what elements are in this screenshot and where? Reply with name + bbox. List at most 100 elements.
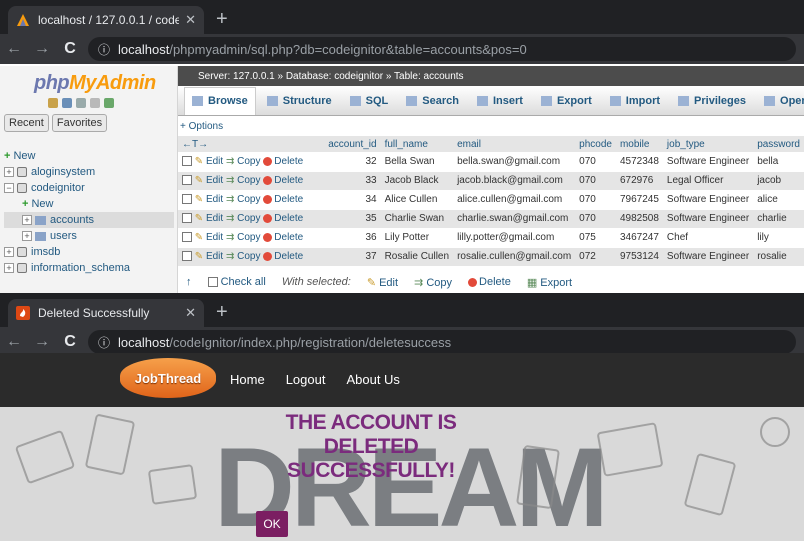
tab-insert[interactable]: Insert	[470, 87, 530, 115]
cell-email[interactable]: charlie.swan@gmail.com	[453, 209, 576, 229]
tree-item-new[interactable]: + New	[4, 148, 174, 164]
cell-full-name[interactable]: Bella Swan	[380, 152, 454, 172]
bulk-edit-button[interactable]: ✎ Edit	[367, 276, 398, 289]
nav-arrows[interactable]: ←T→	[178, 136, 325, 152]
info-icon[interactable]: ⓘ	[98, 334, 110, 351]
expand-icon[interactable]: +	[22, 215, 32, 225]
tab-export[interactable]: Export	[534, 87, 599, 115]
cell-password[interactable]: jacob	[753, 171, 804, 191]
address-bar[interactable]: ⓘ localhost/phpmyadmin/sql.php?db=codeig…	[88, 37, 796, 61]
cell-account-id[interactable]: 32	[324, 152, 381, 172]
row-checkbox[interactable]	[182, 232, 192, 243]
docs-icon[interactable]	[76, 98, 86, 108]
cell-mobile[interactable]: 3467247	[615, 228, 663, 248]
settings-icon[interactable]	[90, 98, 100, 108]
cell-job-type[interactable]: Software Engineer	[662, 190, 754, 210]
collapse-icon[interactable]: −	[4, 183, 14, 193]
delete-button[interactable]: Delete	[263, 232, 303, 243]
info-icon[interactable]: ⓘ	[98, 41, 110, 58]
cell-full-name[interactable]: Charlie Swan	[380, 209, 454, 229]
tab-browse[interactable]: Browse	[184, 86, 256, 115]
cell-job-type[interactable]: Legal Officer	[662, 171, 754, 191]
copy-button[interactable]: ⇉ Copy	[226, 251, 261, 262]
edit-button[interactable]: ✎ Edit	[195, 156, 223, 167]
copy-button[interactable]: ⇉ Copy	[226, 156, 261, 167]
row-checkbox[interactable]	[182, 251, 192, 262]
cell-email[interactable]: lilly.potter@gmail.com	[453, 228, 576, 248]
tree-item-codeignitor[interactable]: − codeignitor	[4, 180, 174, 196]
row-checkbox[interactable]	[182, 194, 192, 205]
nav-about-us[interactable]: About Us	[346, 372, 399, 387]
tree-item-aloginsystem[interactable]: + aloginsystem	[4, 164, 174, 180]
cell-phcode[interactable]: 070	[575, 190, 616, 210]
cell-job-type[interactable]: Software Engineer	[662, 152, 754, 172]
cell-job-type[interactable]: Software Engineer	[662, 247, 754, 267]
check-all-checkbox[interactable]	[207, 277, 218, 288]
cell-full-name[interactable]: Lily Potter	[380, 228, 454, 248]
cell-phcode[interactable]: 070	[575, 171, 616, 191]
bulk-delete-button[interactable]: Delete	[468, 276, 511, 289]
cell-full-name[interactable]: Jacob Black	[380, 171, 454, 191]
tab-operations[interactable]: Operations	[757, 87, 804, 115]
tab-sql[interactable]: SQL	[343, 87, 396, 115]
cell-phcode[interactable]: 070	[575, 209, 616, 229]
row-checkbox[interactable]	[182, 175, 192, 186]
ok-button[interactable]: OK	[256, 511, 288, 537]
bulk-export-button[interactable]: ▦ Export	[527, 276, 572, 289]
cell-job-type[interactable]: Software Engineer	[662, 209, 754, 229]
recent-tab[interactable]: Recent	[4, 114, 49, 132]
cell-password[interactable]: charlie	[753, 209, 804, 229]
edit-button[interactable]: ✎ Edit	[195, 213, 223, 224]
cell-mobile[interactable]: 4572348	[615, 152, 663, 172]
expand-icon[interactable]: +	[22, 231, 32, 241]
cell-mobile[interactable]: 4982508	[615, 209, 663, 229]
options-link[interactable]: + Options	[180, 121, 223, 132]
cell-mobile[interactable]: 7967245	[615, 190, 663, 210]
reload-icon[interactable]: C	[56, 40, 84, 58]
table-row[interactable]: ✎ Edit ⇉ Copy Delete 33 Jacob Black jacob.b…	[178, 171, 804, 191]
new-tab-icon[interactable]: +	[216, 301, 228, 324]
tree-item-information-schema[interactable]: + information_schema	[4, 260, 174, 276]
tab-structure[interactable]: Structure	[260, 87, 339, 115]
back-icon[interactable]: ←	[0, 333, 28, 351]
tree-item-codeignitor-new[interactable]: + New	[4, 196, 174, 212]
table-row[interactable]: ✎ Edit ⇉ Copy Delete 37 Rosalie Cullen rosa…	[178, 247, 804, 267]
copy-button[interactable]: ⇉ Copy	[226, 194, 261, 205]
check-all[interactable]: Check all	[207, 276, 266, 289]
cell-mobile[interactable]: 9753124	[615, 247, 663, 267]
tree-item-imsdb[interactable]: + imsdb	[4, 244, 174, 260]
jobthread-logo[interactable]: JobThread	[120, 358, 216, 398]
expand-icon[interactable]: +	[4, 263, 14, 273]
cell-password[interactable]: rosalie	[753, 247, 804, 267]
nav-home[interactable]: Home	[230, 372, 265, 387]
nav-logout[interactable]: Logout	[286, 372, 326, 387]
edit-button[interactable]: ✎ Edit	[195, 175, 223, 186]
column-header-phcode[interactable]: phcode	[575, 136, 616, 152]
copy-button[interactable]: ⇉ Copy	[226, 232, 261, 243]
cell-account-id[interactable]: 33	[324, 171, 381, 191]
cell-account-id[interactable]: 37	[324, 247, 381, 267]
cell-phcode[interactable]: 070	[575, 152, 616, 172]
row-checkbox[interactable]	[182, 156, 192, 167]
cell-password[interactable]: alice	[753, 190, 804, 210]
cell-full-name[interactable]: Rosalie Cullen	[380, 247, 454, 267]
cell-password[interactable]: bella	[753, 152, 804, 172]
column-header-full-name[interactable]: full_name	[380, 136, 454, 152]
cell-email[interactable]: jacob.black@gmail.com	[453, 171, 576, 191]
delete-button[interactable]: Delete	[263, 156, 303, 167]
edit-button[interactable]: ✎ Edit	[195, 232, 223, 243]
column-header-job-type[interactable]: job_type	[662, 136, 754, 152]
cell-account-id[interactable]: 34	[324, 190, 381, 210]
delete-button[interactable]: Delete	[263, 194, 303, 205]
table-row[interactable]: ✎ Edit ⇉ Copy Delete 32 Bella Swan bella.sw…	[178, 152, 804, 172]
cell-email[interactable]: bella.swan@gmail.com	[453, 152, 576, 172]
column-header-email[interactable]: email	[453, 136, 576, 152]
tab-privileges[interactable]: Privileges	[671, 87, 753, 115]
copy-button[interactable]: ⇉ Copy	[226, 213, 261, 224]
row-checkbox[interactable]	[182, 213, 192, 224]
cell-phcode[interactable]: 075	[575, 228, 616, 248]
tab-import[interactable]: Import	[603, 87, 667, 115]
cell-account-id[interactable]: 35	[324, 209, 381, 229]
browser-tab-deleted[interactable]: Deleted Successfully ✕	[8, 299, 204, 327]
edit-button[interactable]: ✎ Edit	[195, 251, 223, 262]
